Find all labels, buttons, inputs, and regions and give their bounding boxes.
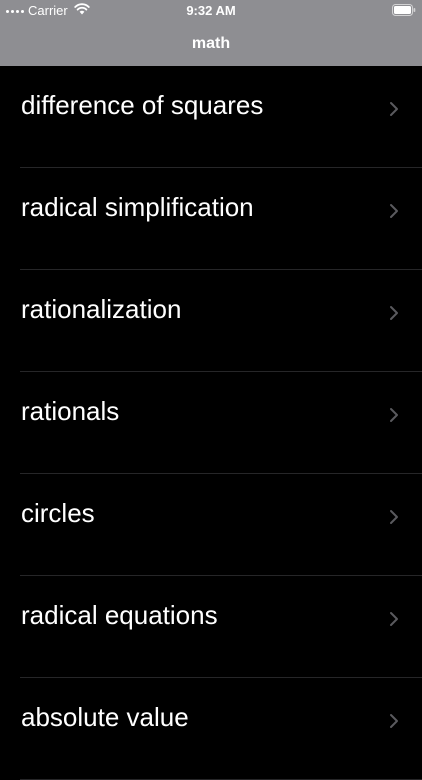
list-item-radical-equations[interactable]: radical equations (0, 576, 422, 678)
list-item-difference-of-squares[interactable]: difference of squares (0, 66, 422, 168)
list-item-label: absolute value (21, 702, 189, 732)
chevron-right-icon (390, 510, 398, 524)
list-item-label: radical simplification (21, 192, 254, 222)
list-item-circles[interactable]: circles (0, 474, 422, 576)
list-item-rationalization[interactable]: rationalization (0, 270, 422, 372)
chevron-right-icon (390, 306, 398, 320)
status-time: 9:32 AM (186, 3, 236, 18)
navigation-bar: math (0, 22, 422, 66)
list-item-radical-simplification[interactable]: radical simplification (0, 168, 422, 270)
chevron-right-icon (390, 408, 398, 422)
list-item-label: rationalization (21, 294, 182, 324)
page-title: math (191, 35, 231, 52)
list-item-label: rationals (21, 396, 120, 426)
list-item-label: difference of squares (21, 90, 264, 120)
chevron-right-icon (390, 102, 398, 116)
topic-list: difference of squares radical simplifica… (0, 66, 422, 780)
chevron-right-icon (390, 714, 398, 728)
status-bar: Carrier 9:32 AM (0, 0, 422, 22)
battery-icon (392, 4, 416, 16)
chevron-right-icon (390, 612, 398, 626)
list-item-absolute-value[interactable]: absolute value (0, 678, 422, 780)
top-bar: Carrier 9:32 AM math (0, 0, 422, 66)
list-item-rationals[interactable]: rationals (0, 372, 422, 474)
list-item-label: circles (21, 498, 95, 528)
list-item-label: radical equations (21, 600, 218, 630)
chevron-right-icon (390, 204, 398, 218)
